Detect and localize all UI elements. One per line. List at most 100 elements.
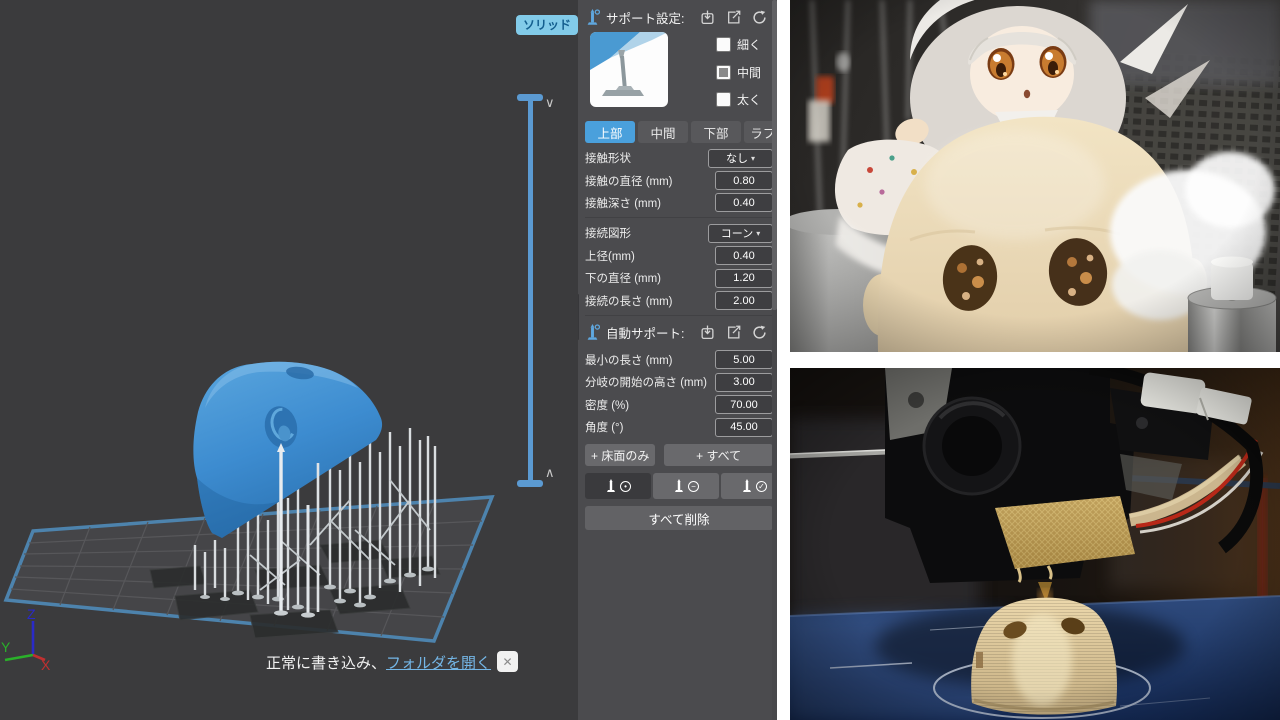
field-label: 接触深さ (mm) [585, 195, 661, 211]
chevron-down-icon: ▾ [751, 154, 755, 163]
connection-fields: 接続図形 コーン▾ 上径(mm) 0.40▾ 下の直径 (mm) 1.20▾ 接… [585, 222, 773, 312]
layer-slider-track[interactable] [528, 99, 533, 482]
field-value[interactable]: 0.40▾ [715, 246, 773, 265]
tab[interactable]: 下部 [691, 121, 741, 143]
field-label: 角度 (°) [585, 419, 623, 435]
import-icon[interactable] [700, 10, 715, 25]
field-row: 分岐の開始の高さ (mm) 3.00▾ [585, 371, 773, 393]
field-row: 接触の直径 (mm) 0.80▾ [585, 169, 773, 191]
mode-badge-icon: ✓ [756, 481, 767, 492]
field-label: 上径(mm) [585, 248, 635, 264]
field-row: 接続の長さ (mm) 2.00▾ [585, 289, 773, 311]
generate-buttons: + 床面のみ + すべて [585, 444, 773, 466]
auto-support-header: 自動サポート: [585, 321, 773, 345]
panel-title: サポート設定: [606, 8, 684, 27]
field-value[interactable]: 70.00▾ [715, 395, 773, 414]
field-label: 接触形状 [585, 150, 631, 166]
axis-indicator: Z Y X [0, 608, 120, 688]
panel-collapse-handle[interactable] [578, 294, 579, 340]
field-value[interactable]: 3.00▾ [715, 373, 773, 392]
checkbox-label: 中間 [737, 64, 761, 81]
reset-icon[interactable] [752, 10, 767, 25]
checkbox-label: 細く [737, 36, 761, 53]
axis-y-label: Y [1, 639, 11, 655]
add-supports-floor-only-button[interactable]: + 床面のみ [585, 444, 655, 466]
add-supports-all-button[interactable]: + すべて [664, 444, 773, 466]
add-support-mode-button[interactable]: • [585, 473, 651, 499]
support-settings-panel: サポート設定: [578, 0, 777, 720]
reset-icon[interactable] [752, 325, 767, 340]
layer-slider-bottom-handle[interactable] [517, 480, 543, 487]
checkbox[interactable] [716, 37, 731, 52]
divider [585, 315, 773, 316]
field-value[interactable]: 45.00▾ [715, 418, 773, 437]
field-row: 最小の長さ (mm) 5.00▾ [585, 349, 773, 371]
thickness-option[interactable]: 中間 [716, 64, 761, 81]
thickness-option[interactable]: 細く [716, 36, 761, 53]
mode-badge-icon: − [688, 481, 699, 492]
field-value[interactable]: 5.00▾ [715, 350, 773, 369]
delete-support-mode-button[interactable]: − [653, 473, 719, 499]
field-row: 上径(mm) 0.40▾ [585, 245, 773, 267]
viewport-3d[interactable]: ソリッド ∨ ∧ Z Y X 正常に書き込み、フォルダを開く ✕ [0, 0, 578, 720]
field-label: 最小の長さ (mm) [585, 352, 673, 368]
support-section-tabs: 上部 中間 下部 ラフト [585, 121, 773, 143]
field-label: 分岐の開始の高さ (mm) [585, 374, 707, 390]
field-row: 密度 (%) 70.00▾ [585, 394, 773, 416]
field-row: 接触深さ (mm) 0.40▾ [585, 192, 773, 214]
support-pillar-icon [741, 479, 753, 493]
field-label: 接続図形 [585, 225, 631, 241]
field-row: 接触形状 なし▾ [585, 147, 773, 169]
support-mode-buttons: • − ✓ [585, 473, 773, 499]
axis-x-label: X [41, 657, 51, 673]
support-pillar-icon [605, 479, 617, 493]
export-icon[interactable] [726, 10, 741, 25]
render-mode-badge[interactable]: ソリッド [516, 15, 578, 35]
thickness-option[interactable]: 太く [716, 91, 761, 108]
photo-doll-with-printed-head [790, 0, 1280, 352]
close-icon[interactable]: ✕ [497, 651, 518, 672]
field-label: 下の直径 (mm) [585, 270, 661, 286]
status-toast: 正常に書き込み、フォルダを開く [266, 652, 491, 673]
photo-3d-printer-printing-head [790, 368, 1280, 720]
layer-slider-top-handle[interactable] [517, 94, 543, 101]
auto-fields: 最小の長さ (mm) 5.00▾ 分岐の開始の高さ (mm) 3.00▾ 密度 … [585, 349, 773, 439]
field-value[interactable]: 2.00▾ [715, 291, 773, 310]
field-value[interactable]: 1.20▾ [715, 269, 773, 288]
support-settings-header: サポート設定: [585, 5, 773, 29]
axis-z-label: Z [27, 608, 36, 622]
field-value[interactable]: なし▾ [708, 149, 773, 168]
chevron-down-icon: ▾ [756, 229, 760, 238]
contact-fields: 接触形状 なし▾ 接触の直径 (mm) 0.80▾ 接触深さ (mm) 0.40… [585, 147, 773, 214]
panel-title: 自動サポート: [606, 323, 684, 342]
support-icon [585, 324, 600, 341]
support-pillar-icon [673, 479, 685, 493]
layout-gap-horizontal [777, 352, 1280, 368]
support-icon [585, 9, 600, 26]
export-icon[interactable] [726, 325, 741, 340]
chevron-down-icon[interactable]: ∨ [545, 96, 555, 109]
tab[interactable]: 上部 [585, 121, 635, 143]
status-text: 正常に書き込み、 [266, 652, 386, 673]
import-icon[interactable] [700, 325, 715, 340]
checkbox[interactable] [716, 92, 731, 107]
support-preview-thumbnail [590, 32, 668, 107]
field-label: 密度 (%) [585, 397, 629, 413]
field-row: 下の直径 (mm) 1.20▾ [585, 267, 773, 289]
checkbox-label: 太く [737, 91, 761, 108]
field-row: 接続図形 コーン▾ [585, 222, 773, 244]
delete-all-supports-button[interactable]: すべて削除 [585, 506, 773, 530]
field-value[interactable]: 0.40▾ [715, 193, 773, 212]
field-row: 角度 (°) 45.00▾ [585, 416, 773, 438]
open-folder-link[interactable]: フォルダを開く [386, 652, 491, 673]
field-label: 接続の長さ (mm) [585, 293, 673, 309]
edit-support-mode-button[interactable]: ✓ [721, 473, 777, 499]
mode-badge-icon: • [620, 481, 631, 492]
field-label: 接触の直径 (mm) [585, 173, 673, 189]
divider [585, 217, 773, 218]
field-value[interactable]: コーン▾ [708, 224, 773, 243]
tab[interactable]: 中間 [638, 121, 688, 143]
chevron-up-icon[interactable]: ∧ [545, 466, 555, 479]
checkbox[interactable] [716, 65, 731, 80]
field-value[interactable]: 0.80▾ [715, 171, 773, 190]
